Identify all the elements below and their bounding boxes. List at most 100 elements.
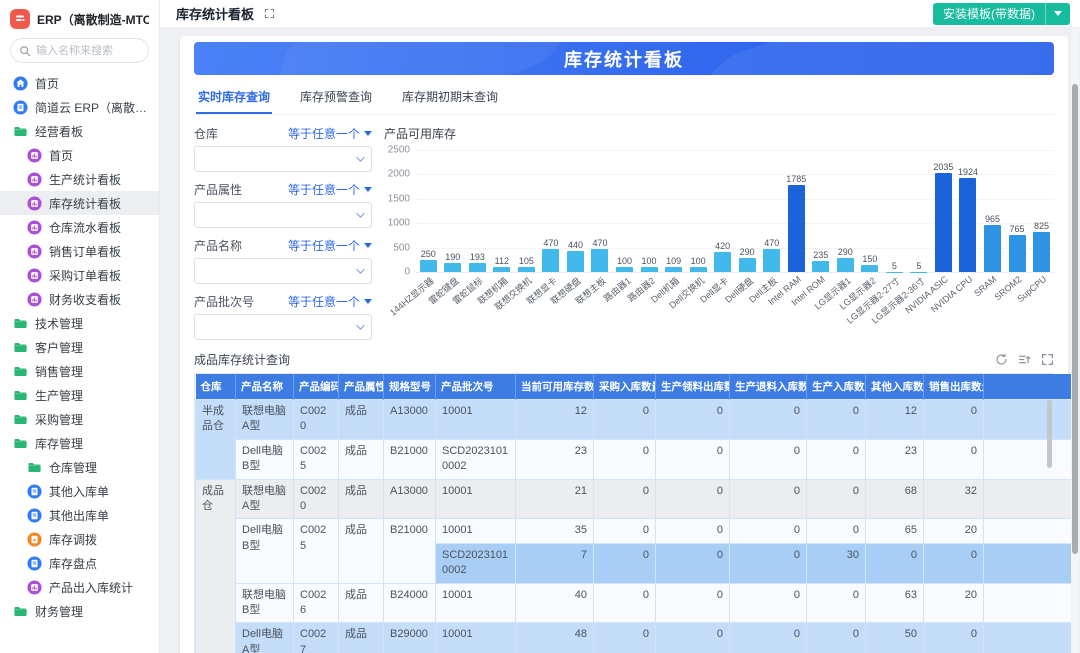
sidebar-item[interactable]: 仓库流水看板: [0, 215, 159, 239]
expand-icon[interactable]: [264, 8, 275, 19]
sidebar-item[interactable]: 仓库管理: [0, 455, 159, 479]
bar-NVIDIA ASIC: 2035 NVIDIA ASIC: [931, 150, 956, 272]
sidebar-item[interactable]: 其他入库单: [0, 479, 159, 503]
sidebar-item[interactable]: 库存管理: [0, 431, 159, 455]
sidebar-item[interactable]: 生产管理: [0, 383, 159, 407]
sidebar-item[interactable]: 产品出入库统计: [0, 575, 159, 599]
install-dropdown-toggle[interactable]: [1045, 3, 1070, 25]
sidebar-item[interactable]: 首页: [0, 143, 159, 167]
table-cell: 0: [924, 543, 984, 583]
table-cell: 20: [924, 519, 984, 543]
folder-icon: [13, 436, 28, 451]
filter-operator[interactable]: 等于任意一个: [288, 237, 372, 254]
tab[interactable]: 实时库存查询: [196, 79, 272, 114]
bar: [542, 249, 559, 272]
filter-operator[interactable]: 等于任意一个: [288, 125, 372, 142]
sidebar-item[interactable]: 首页: [0, 71, 159, 95]
tab[interactable]: 库存预警查询: [298, 79, 374, 114]
table-row[interactable]: Dell电脑B型C0025成品B21000100013500006520: [196, 519, 1074, 543]
install-template-button[interactable]: 安装模板(带数据): [933, 3, 1070, 25]
bar-value: 1785: [786, 174, 806, 184]
filter-operator[interactable]: 等于任意一个: [288, 293, 372, 310]
table-cell: 0: [924, 439, 984, 479]
bar: [788, 185, 805, 272]
table-row[interactable]: 联想电脑B型C0026成品B24000100014000006320: [196, 583, 1074, 623]
bar-Dell硬盘: 290 Dell硬盘: [735, 150, 760, 272]
table-row[interactable]: Dell电脑B型C0025成品B21000SCD2023101000223000…: [196, 439, 1074, 479]
bar-联想硬盘: 440 联想硬盘: [563, 150, 588, 272]
sidebar-item[interactable]: 销售订单看板: [0, 239, 159, 263]
table-cell: 0: [730, 439, 807, 479]
table-cell: 10001: [436, 623, 516, 653]
sidebar-item[interactable]: 生产统计看板: [0, 167, 159, 191]
sidebar-item[interactable]: 财务管理: [0, 599, 159, 623]
dash-icon: [27, 148, 42, 163]
table-cell: 23: [516, 439, 594, 479]
banner-title: 库存统计看板: [564, 46, 684, 72]
sidebar-item[interactable]: 经营看板: [0, 119, 159, 143]
bar-value: 109: [666, 256, 681, 266]
bar-雷蛇鼠标: 193 雷蛇鼠标: [465, 150, 490, 272]
chevron-down-icon: [364, 299, 372, 304]
table-cell: 0: [656, 519, 730, 543]
table-cell: C0027: [294, 623, 339, 653]
dash-icon: [27, 268, 42, 283]
bar-LG显示器1: 290 LG显示器1: [833, 150, 858, 272]
app-root: ERP（离散制造-MTO） 首页 简道云 ERP（离散制造-MTO）… 经营看板…: [0, 0, 1080, 653]
folder-icon: [27, 460, 42, 475]
column-header: 采购入库数量: [594, 374, 656, 400]
bar-value: 420: [715, 241, 730, 251]
sidebar-item[interactable]: 技术管理: [0, 311, 159, 335]
table-row[interactable]: 半成品仓联想电脑A型C0020成品A1300010001120000120: [196, 400, 1074, 440]
table-cell: 7: [516, 543, 594, 583]
search-input[interactable]: [36, 45, 140, 57]
sidebar-item[interactable]: 客户管理: [0, 335, 159, 359]
bar-SRAM: 965 SRAM: [980, 150, 1005, 272]
chevron-down-icon: [356, 265, 364, 273]
fullscreen-icon[interactable]: [1041, 353, 1054, 366]
table-cell: 12: [866, 400, 924, 440]
bar: [714, 252, 731, 272]
filter-select[interactable]: [194, 314, 372, 340]
sidebar-item-label: 仓库流水看板: [49, 219, 121, 236]
table-scrollbar[interactable]: [1047, 400, 1052, 468]
tab[interactable]: 库存期初期末查询: [400, 79, 500, 114]
sidebar-item[interactable]: 库存统计看板: [0, 191, 159, 215]
doc-icon: [27, 508, 42, 523]
sort-icon[interactable]: [1018, 353, 1031, 366]
filter-select[interactable]: [194, 202, 372, 228]
sidebar-item[interactable]: 其他出库单: [0, 503, 159, 527]
table-row[interactable]: Dell电脑A型C0027成品B2900010001480000500: [196, 623, 1074, 653]
table-cell: 32: [924, 479, 984, 519]
table-cell: [984, 583, 1074, 623]
folder-icon: [13, 388, 28, 403]
sidebar-search[interactable]: [10, 38, 149, 63]
sidebar-item[interactable]: 库存调拨: [0, 527, 159, 551]
sidebar-item-label: 财务管理: [35, 603, 83, 620]
table-cell: 0: [730, 400, 807, 440]
filter-operator[interactable]: 等于任意一个: [288, 181, 372, 198]
table-cell: 12: [516, 400, 594, 440]
refresh-icon[interactable]: [995, 353, 1008, 366]
sidebar-item[interactable]: 财务收支看板: [0, 287, 159, 311]
filter-select[interactable]: [194, 146, 372, 172]
folder-icon: [13, 412, 28, 427]
column-header: 产品属性: [339, 374, 384, 400]
sidebar-item[interactable]: 简道云 ERP（离散制造-MTO）…: [0, 95, 159, 119]
doc-icon: [27, 484, 42, 499]
filter-label: 仓库: [194, 125, 218, 142]
sidebar-item[interactable]: 采购管理: [0, 407, 159, 431]
scrollbar-thumb[interactable]: [1072, 84, 1078, 554]
page-title: 库存统计看板: [176, 4, 254, 23]
table-cell: 10001: [436, 583, 516, 623]
query-section: 仓库 等于任意一个 产品属性 等于任意一个 产品名称 等于任意一个 产品批次号 …: [194, 115, 1054, 349]
table-row[interactable]: 成品仓联想电脑A型C0020成品A13000100012100006832: [196, 479, 1074, 519]
filter-select[interactable]: [194, 258, 372, 284]
table-cell: 0: [807, 583, 866, 623]
sidebar-item[interactable]: 采购订单看板: [0, 263, 159, 287]
sidebar-item[interactable]: 库存盘点: [0, 551, 159, 575]
sidebar-item[interactable]: 销售管理: [0, 359, 159, 383]
column-header: 产品编码: [294, 374, 339, 400]
page-scrollbar[interactable]: [1071, 28, 1079, 653]
dash-icon: [27, 220, 42, 235]
